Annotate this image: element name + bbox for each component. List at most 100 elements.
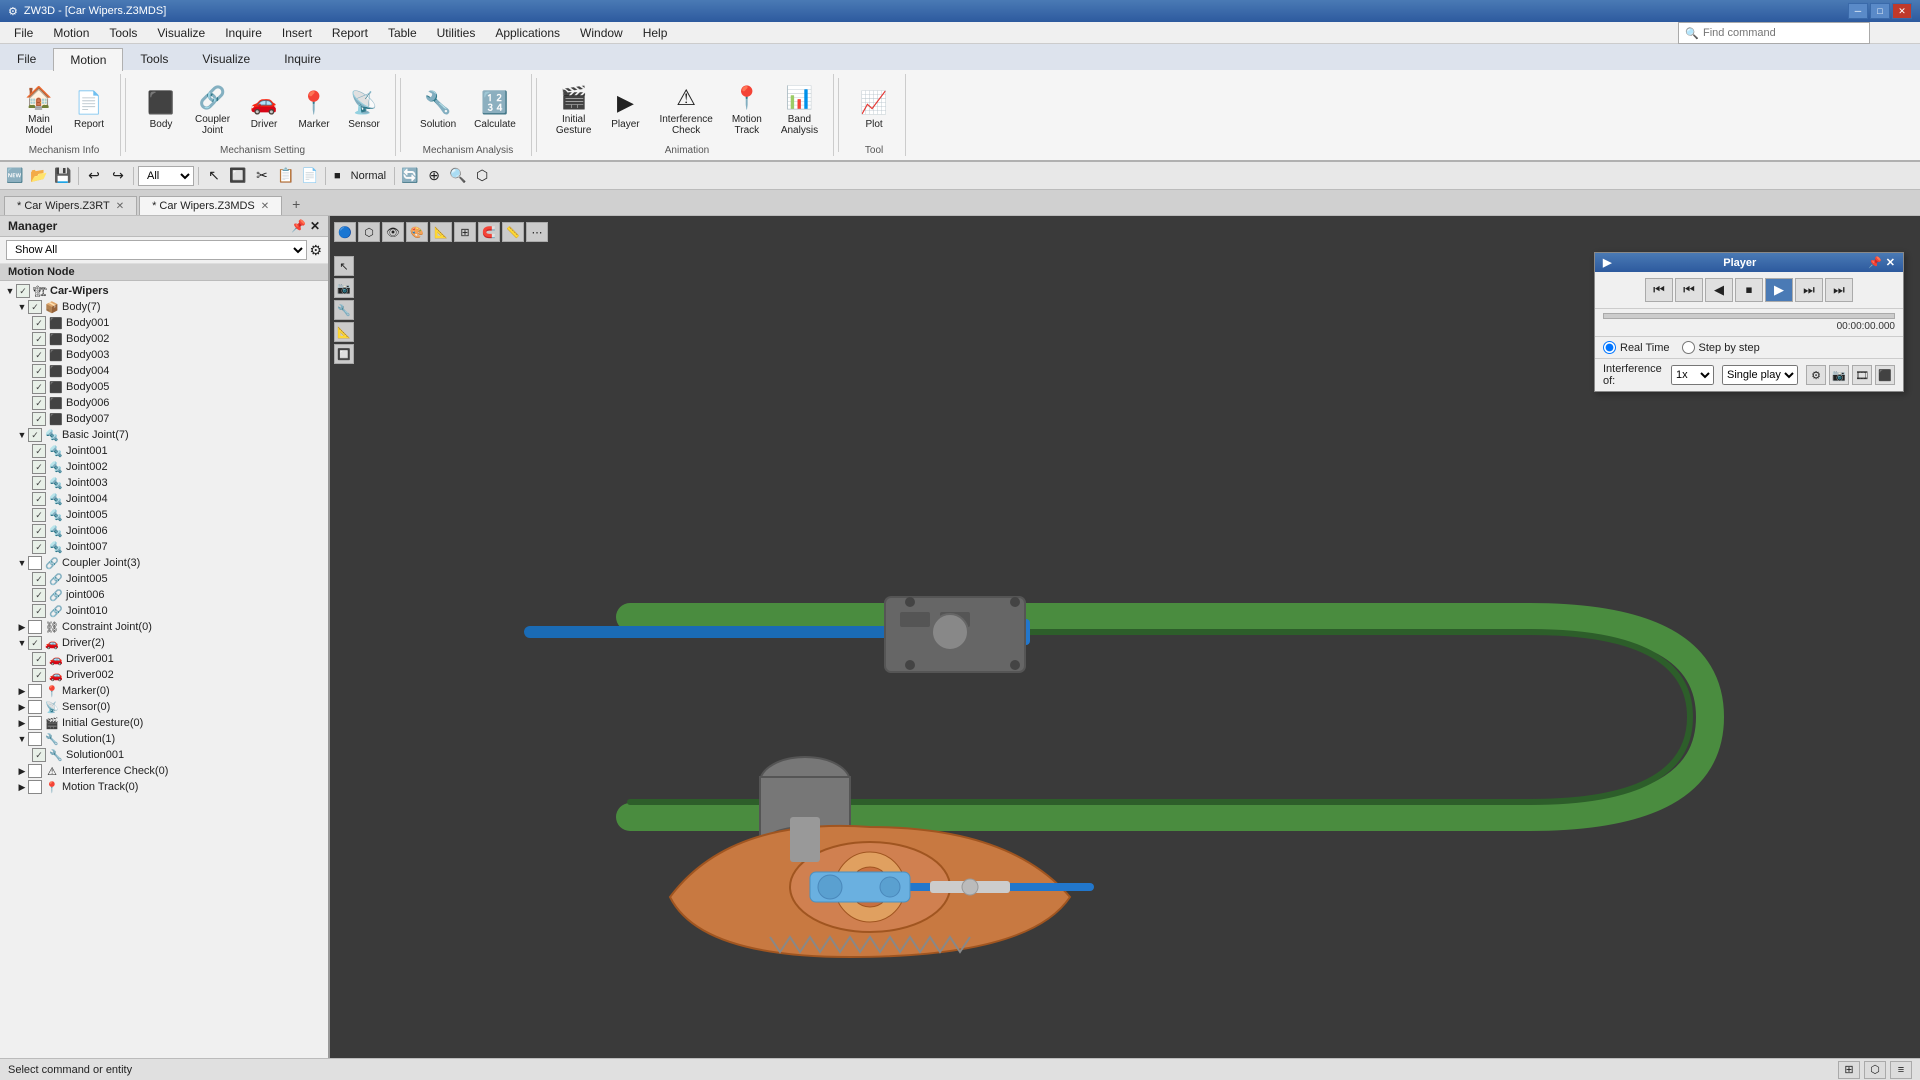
- tree-joint005[interactable]: ✓ 🔩 Joint005: [0, 507, 328, 523]
- tree-driver001[interactable]: ✓ 🚗 Driver001: [0, 651, 328, 667]
- tree-joint004[interactable]: ✓ 🔩 Joint004: [0, 491, 328, 507]
- player-btn-next-frame[interactable]: ⏭: [1795, 278, 1823, 302]
- tree-coupler-joint005[interactable]: ✓ 🔗 Joint005: [0, 571, 328, 587]
- tree-body003[interactable]: ✓ ⬛ Body003: [0, 347, 328, 363]
- tree-motion-track-group[interactable]: ▶ 📍 Motion Track(0): [0, 779, 328, 795]
- menu-motion[interactable]: Motion: [43, 24, 99, 42]
- check-marker[interactable]: [28, 684, 42, 698]
- tb-copy[interactable]: 📋: [275, 165, 297, 187]
- tree-coupler-joint010[interactable]: ✓ 🔗 Joint010: [0, 603, 328, 619]
- player-progress-bar[interactable]: [1603, 313, 1895, 319]
- statusbar-icon2[interactable]: ⬡: [1864, 1061, 1886, 1079]
- tb-save[interactable]: 💾: [52, 165, 74, 187]
- tree-joint006[interactable]: ✓ 🔩 Joint006: [0, 523, 328, 539]
- tree-body001[interactable]: ✓ ⬛ Body001: [0, 315, 328, 331]
- check-driver001[interactable]: ✓: [32, 652, 46, 666]
- vp-btn-measure[interactable]: 📏: [502, 222, 524, 242]
- body-expand-arrow[interactable]: ▼: [16, 301, 28, 313]
- radio-real-time[interactable]: Real Time: [1603, 341, 1670, 354]
- check-motion-track[interactable]: [28, 780, 42, 794]
- sensor-expand-arrow[interactable]: ▶: [16, 701, 28, 713]
- check-interference-check[interactable]: [28, 764, 42, 778]
- tb-undo[interactable]: ↩: [83, 165, 105, 187]
- speed-select[interactable]: 1x 2x 0.5x: [1671, 365, 1714, 385]
- check-joint007[interactable]: ✓: [32, 540, 46, 554]
- tab-motion[interactable]: Motion: [53, 48, 123, 71]
- tree-body-group[interactable]: ▼ ✓ 📦 Body(7): [0, 299, 328, 315]
- find-command-input[interactable]: [1703, 27, 1863, 39]
- expand-arrow[interactable]: ▼: [4, 285, 16, 297]
- initial-gesture-expand-arrow[interactable]: ▶: [16, 717, 28, 729]
- check-body005[interactable]: ✓: [32, 380, 46, 394]
- tab-add-button[interactable]: +: [284, 193, 308, 215]
- tab-file[interactable]: File: [0, 47, 53, 70]
- statusbar-icon1[interactable]: ⊞: [1838, 1061, 1860, 1079]
- marker-expand-arrow[interactable]: ▶: [16, 685, 28, 697]
- tree-coupler-joint-group[interactable]: ▼ 🔗 Coupler Joint(3): [0, 555, 328, 571]
- tree-joint001[interactable]: ✓ 🔩 Joint001: [0, 443, 328, 459]
- tb-view3[interactable]: 🔍: [447, 165, 469, 187]
- tree-basic-joint-group[interactable]: ▼ ✓ 🔩 Basic Joint(7): [0, 427, 328, 443]
- check-joint003[interactable]: ✓: [32, 476, 46, 490]
- check-body004[interactable]: ✓: [32, 364, 46, 378]
- menu-applications[interactable]: Applications: [485, 24, 570, 42]
- tab-visualize[interactable]: Visualize: [185, 47, 267, 70]
- player-btn-play[interactable]: ▶: [1765, 278, 1793, 302]
- tree-initial-gesture-group[interactable]: ▶ 🎬 Initial Gesture(0): [0, 715, 328, 731]
- menu-report[interactable]: Report: [322, 24, 378, 42]
- tree-marker-group[interactable]: ▶ 📍 Marker(0): [0, 683, 328, 699]
- tree-root-car-wipers[interactable]: ▼ ✓ 🏗 Car-Wipers: [0, 283, 328, 299]
- vp-btn-render[interactable]: 🎨: [406, 222, 428, 242]
- check-car-wipers[interactable]: ✓: [16, 284, 30, 298]
- check-initial-gesture[interactable]: [28, 716, 42, 730]
- check-coupler-joint006[interactable]: ✓: [32, 588, 46, 602]
- tb-select-filter[interactable]: All Body Joint: [138, 166, 194, 186]
- radio-real-time-input[interactable]: [1603, 341, 1616, 354]
- vp-btn-view[interactable]: 👁: [382, 222, 404, 242]
- tree-joint002[interactable]: ✓ 🔩 Joint002: [0, 459, 328, 475]
- check-joint006[interactable]: ✓: [32, 524, 46, 538]
- doc-tab-1-close[interactable]: ✕: [116, 201, 124, 212]
- check-body003[interactable]: ✓: [32, 348, 46, 362]
- tree-body002[interactable]: ✓ ⬛ Body002: [0, 331, 328, 347]
- minimize-button[interactable]: ─: [1848, 3, 1868, 19]
- player-dock-icon[interactable]: 📌: [1868, 256, 1882, 269]
- manager-close-icon[interactable]: ✕: [310, 219, 320, 233]
- tb-select2[interactable]: 🔲: [227, 165, 249, 187]
- ribbon-btn-motion-track[interactable]: 📍 MotionTrack: [724, 78, 770, 140]
- tree-body006[interactable]: ✓ ⬛ Body006: [0, 395, 328, 411]
- menu-window[interactable]: Window: [570, 24, 633, 42]
- ribbon-btn-sensor[interactable]: 📡 Sensor: [341, 83, 387, 134]
- tab-tools[interactable]: Tools: [123, 47, 185, 70]
- menu-file[interactable]: File: [4, 24, 43, 42]
- ribbon-btn-plot[interactable]: 📈 Plot: [851, 83, 897, 134]
- tb-view2[interactable]: ⊕: [423, 165, 445, 187]
- tree-solution001[interactable]: ✓ 🔧 Solution001: [0, 747, 328, 763]
- tb-redo[interactable]: ↪: [107, 165, 129, 187]
- check-constraint-joint[interactable]: [28, 620, 42, 634]
- player-settings-icon2[interactable]: 📷: [1829, 365, 1849, 385]
- maximize-button[interactable]: □: [1870, 3, 1890, 19]
- left-btn-1[interactable]: ↖: [334, 256, 354, 276]
- close-button[interactable]: ✕: [1892, 3, 1912, 19]
- manager-filter-icon[interactable]: ⚙: [309, 242, 322, 259]
- tree-joint003[interactable]: ✓ 🔩 Joint003: [0, 475, 328, 491]
- radio-step-by-step-input[interactable]: [1682, 341, 1695, 354]
- menu-tools[interactable]: Tools: [99, 24, 147, 42]
- check-driver002[interactable]: ✓: [32, 668, 46, 682]
- manager-dock-icon[interactable]: 📌: [291, 219, 306, 233]
- ribbon-btn-calculate[interactable]: 🔢 Calculate: [467, 83, 523, 134]
- constraint-expand-arrow[interactable]: ▶: [16, 621, 28, 633]
- player-btn-end[interactable]: ⏭: [1825, 278, 1853, 302]
- vp-btn-box[interactable]: ⬡: [358, 222, 380, 242]
- check-body007[interactable]: ✓: [32, 412, 46, 426]
- tree-coupler-joint006[interactable]: ✓ 🔗 joint006: [0, 587, 328, 603]
- player-btn-start[interactable]: ⏮: [1645, 278, 1673, 302]
- doc-tab-1[interactable]: * Car Wipers.Z3RT ✕: [4, 196, 137, 215]
- check-joint005[interactable]: ✓: [32, 508, 46, 522]
- ribbon-btn-solution[interactable]: 🔧 Solution: [413, 83, 463, 134]
- player-btn-prev-frame[interactable]: ⏮: [1675, 278, 1703, 302]
- doc-tab-2[interactable]: * Car Wipers.Z3MDS ✕: [139, 196, 282, 215]
- left-btn-2[interactable]: 📷: [334, 278, 354, 298]
- vp-btn-sphere[interactable]: 🔵: [334, 222, 356, 242]
